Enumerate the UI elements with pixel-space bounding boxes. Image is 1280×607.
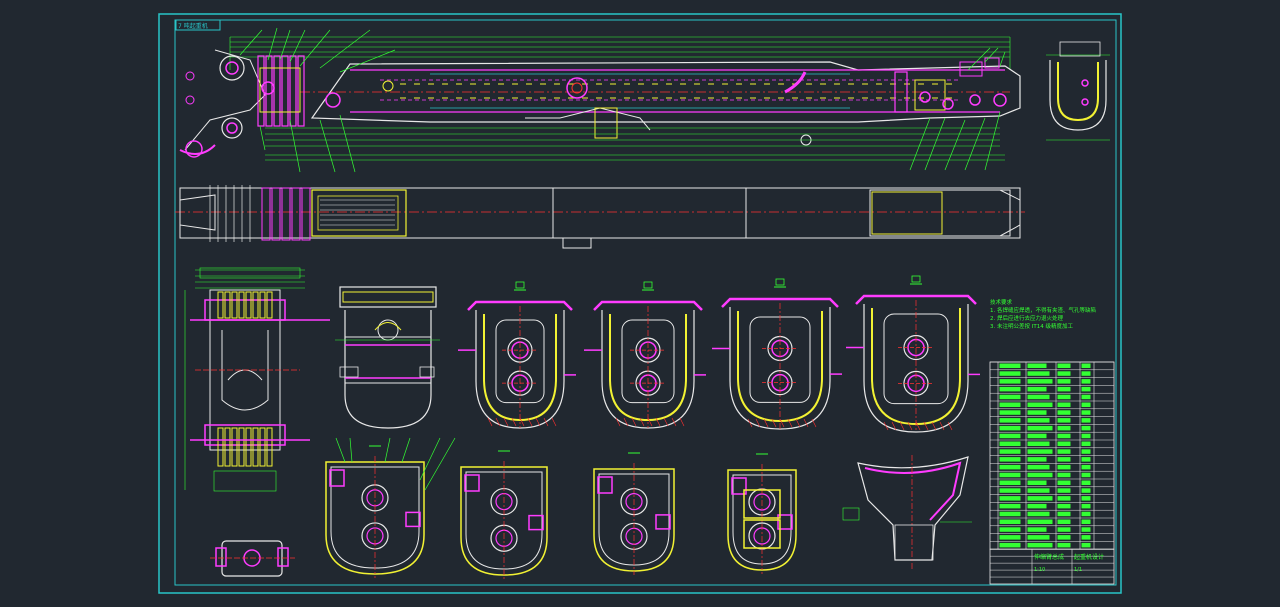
company-name: 起重机设计 (1074, 553, 1104, 561)
cross-section-c (712, 278, 842, 430)
technical-notes: 技术要求1. 各焊缝应焊透，不得有夹渣、气孔等缺陷2. 焊后应进行去应力退火处理… (990, 298, 1096, 330)
trunnion-detail (335, 286, 440, 429)
boom-plan-view (175, 185, 1025, 249)
frame-title-tag: 7 吨起重机 (178, 22, 208, 30)
note-line: 3. 未注明公差按 IT14 级精度加工 (990, 322, 1073, 330)
lower-section-e (325, 445, 425, 578)
title-block: 伸缩臂总成 起重机设计 1:10 1/1 (989, 548, 1115, 585)
bucket-section-view (842, 455, 972, 570)
note-line: 2. 焊后应进行去应力退火处理 (990, 314, 1063, 322)
cross-section-d (846, 275, 980, 433)
boom-head-assembly (179, 27, 396, 173)
boom-end-view (1046, 41, 1110, 141)
section-views (458, 275, 980, 433)
cross-section-a (458, 281, 576, 429)
lower-section-h (727, 453, 797, 574)
note-line: 技术要求 (990, 298, 1013, 306)
drawing-name: 伸缩臂总成 (1034, 553, 1064, 561)
boom-elevation-view (229, 36, 1021, 161)
cross-section-b (584, 281, 706, 429)
drawing-scale: 1:10 (1034, 567, 1045, 573)
lower-section-g (593, 452, 675, 575)
head-side-view (184, 267, 330, 492)
lower-section-f (460, 450, 548, 579)
parts-list-table (989, 361, 1115, 550)
lower-section-views (325, 437, 797, 579)
cad-drawing-canvas: 技术要求1. 各焊缝应焊透，不得有夹渣、气孔等缺陷2. 焊后应进行去应力退火处理… (158, 13, 1122, 594)
note-line: 1. 各焊缝应焊透，不得有夹渣、气孔等缺陷 (990, 306, 1096, 314)
sheet-number: 1/1 (1074, 567, 1082, 573)
pin-detail (210, 540, 295, 577)
